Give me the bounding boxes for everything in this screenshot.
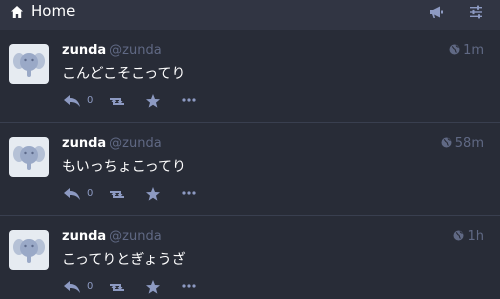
- username[interactable]: @zunda: [109, 229, 162, 244]
- status-time[interactable]: 1h: [453, 229, 484, 245]
- reply-button[interactable]: 0: [63, 278, 93, 296]
- globe-icon: [453, 230, 464, 241]
- star-icon: [146, 94, 160, 108]
- megaphone-icon[interactable]: [429, 4, 443, 18]
- status-author[interactable]: zunda @zunda: [62, 43, 162, 59]
- display-name[interactable]: zunda: [62, 43, 106, 58]
- display-name[interactable]: zunda: [62, 229, 106, 244]
- star-icon: [146, 280, 160, 294]
- reply-count: 0: [87, 188, 94, 199]
- retweet-icon: [110, 284, 124, 291]
- reply-count: 0: [87, 95, 94, 106]
- avatar[interactable]: [9, 44, 49, 84]
- username[interactable]: @zunda: [109, 136, 162, 151]
- home-icon: [10, 4, 24, 18]
- reply-count: 0: [87, 281, 94, 292]
- sliders-icon[interactable]: [469, 4, 483, 19]
- relative-time: 1h: [467, 229, 484, 244]
- elephant-icon: [13, 53, 45, 77]
- username[interactable]: @zunda: [109, 43, 162, 58]
- status-content: もいっちょこってり: [62, 159, 187, 175]
- star-icon: [146, 187, 160, 201]
- reply-icon: [64, 281, 80, 293]
- reply-icon: [64, 95, 80, 107]
- avatar[interactable]: [9, 230, 49, 270]
- ellipsis-icon: [182, 98, 196, 102]
- more-button[interactable]: [182, 278, 196, 296]
- display-name[interactable]: zunda: [62, 136, 106, 151]
- relative-time: 1m: [463, 43, 484, 58]
- status-item[interactable]: zunda @zunda 58m もいっちょこってり 0: [0, 123, 500, 216]
- favourite-button[interactable]: [145, 185, 161, 203]
- ellipsis-icon: [182, 191, 196, 195]
- boost-button[interactable]: [108, 92, 126, 110]
- home-timeline: Home zunda @zunda 1m こんどこそこってり 0 zunda @…: [0, 0, 500, 299]
- status-time[interactable]: 58m: [441, 136, 484, 152]
- status-actions: 0: [62, 278, 212, 296]
- reply-button[interactable]: 0: [63, 92, 93, 110]
- status-author[interactable]: zunda @zunda: [62, 229, 162, 245]
- elephant-icon: [13, 146, 45, 170]
- avatar[interactable]: [9, 137, 49, 177]
- status-item[interactable]: zunda @zunda 1m こんどこそこってり 0: [0, 30, 500, 123]
- status-item[interactable]: zunda @zunda 1h こってりとぎょうざ 0: [0, 216, 500, 299]
- favourite-button[interactable]: [145, 278, 161, 296]
- status-content: こってりとぎょうざ: [62, 252, 186, 268]
- reply-button[interactable]: 0: [63, 185, 93, 203]
- boost-button[interactable]: [108, 278, 126, 296]
- globe-icon: [441, 137, 452, 148]
- column-header: Home: [0, 0, 500, 30]
- boost-button[interactable]: [108, 185, 126, 203]
- status-author[interactable]: zunda @zunda: [62, 136, 162, 152]
- retweet-icon: [110, 98, 124, 105]
- more-button[interactable]: [182, 185, 196, 203]
- status-content: こんどこそこってり: [62, 66, 186, 82]
- status-actions: 0: [62, 185, 212, 203]
- status-time[interactable]: 1m: [449, 43, 484, 59]
- more-button[interactable]: [182, 92, 196, 110]
- ellipsis-icon: [182, 284, 196, 288]
- favourite-button[interactable]: [145, 92, 161, 110]
- retweet-icon: [110, 191, 124, 198]
- globe-icon: [449, 44, 460, 55]
- relative-time: 58m: [454, 136, 484, 151]
- column-title[interactable]: Home: [31, 2, 75, 20]
- status-actions: 0: [62, 92, 212, 110]
- elephant-icon: [13, 239, 45, 263]
- reply-icon: [64, 188, 80, 200]
